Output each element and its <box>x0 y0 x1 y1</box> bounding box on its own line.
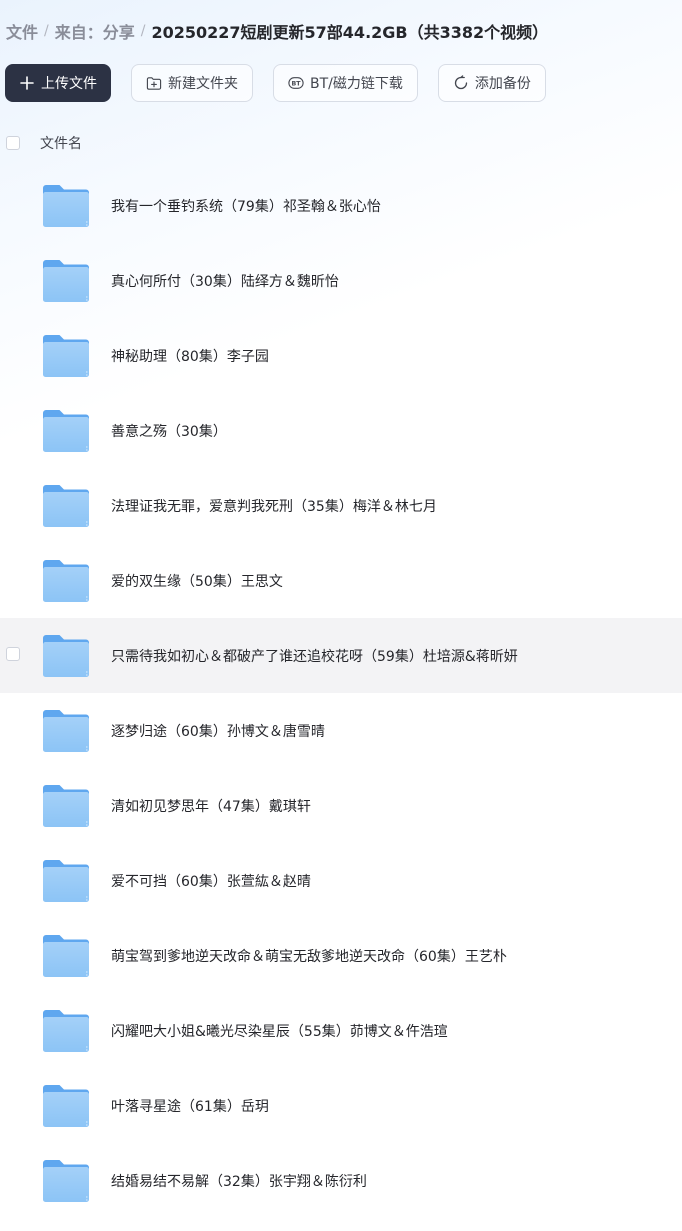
bt-download-button-label: BT/磁力链下载 <box>310 76 403 92</box>
file-name: 萌宝驾到爹地逆天改命＆萌宝无敌爹地逆天改命（60集）王艺朴 <box>111 949 507 965</box>
folder-icon <box>42 859 90 903</box>
file-list-header: 文件名 <box>0 128 682 158</box>
sync-icon <box>453 75 469 91</box>
file-row[interactable]: 只需待我如初心＆都破产了谁还追校花呀（59集）杜培源&蒋昕妍 <box>0 618 682 693</box>
toolbar: 上传文件 新建文件夹 BT BT/磁力链下载 添加备份 <box>5 63 546 103</box>
select-all-checkbox[interactable] <box>6 136 20 150</box>
bt-icon: BT <box>288 75 304 91</box>
new-folder-button-label: 新建文件夹 <box>168 76 238 92</box>
folder-icon <box>42 934 90 978</box>
folder-icon <box>42 334 90 378</box>
file-name: 真心何所付（30集）陆绎方＆魏昕怡 <box>111 274 339 290</box>
file-row[interactable]: 我有一个垂钓系统（79集）祁圣翰＆张心怡 <box>0 168 682 243</box>
add-backup-button-label: 添加备份 <box>474 76 531 92</box>
breadcrumb-item-files[interactable]: 文件 <box>6 19 38 43</box>
file-row[interactable]: 爱的双生缘（50集）王思文 <box>0 543 682 618</box>
column-header-name[interactable]: 文件名 <box>40 133 82 153</box>
folder-icon <box>42 784 90 828</box>
folder-icon <box>42 559 90 603</box>
row-checkbox[interactable] <box>6 647 20 661</box>
folder-icon <box>42 709 90 753</box>
add-backup-button[interactable]: 添加备份 <box>437 64 546 102</box>
folder-icon <box>42 1009 90 1053</box>
folder-plus-icon <box>146 75 162 91</box>
breadcrumb-separator: / <box>140 23 146 39</box>
folder-icon <box>42 1084 90 1128</box>
bt-download-button[interactable]: BT BT/磁力链下载 <box>273 64 418 102</box>
file-name: 叶落寻星途（61集）岳玥 <box>111 1099 269 1115</box>
file-name: 我有一个垂钓系统（79集）祁圣翰＆张心怡 <box>111 199 381 215</box>
svg-text:BT: BT <box>292 81 302 88</box>
folder-icon <box>42 259 90 303</box>
breadcrumb-current-folder: 20250227短剧更新57部44.2GB（共3382个视频） <box>151 23 549 42</box>
new-folder-button[interactable]: 新建文件夹 <box>131 64 253 102</box>
file-row[interactable]: 法理证我无罪，爱意判我死刑（35集）梅洋＆林七月 <box>0 468 682 543</box>
file-name: 闪耀吧大小姐&曦光尽染星辰（55集）茆博文＆仵浩瑄 <box>111 1024 448 1040</box>
file-name: 善意之殇（30集） <box>111 424 227 440</box>
upload-button[interactable]: 上传文件 <box>5 64 111 102</box>
file-name: 结婚易结不易解（32集）张宇翔＆陈衍利 <box>111 1174 367 1190</box>
file-row[interactable]: 清如初见梦思年（47集）戴琪轩 <box>0 768 682 843</box>
file-list: 我有一个垂钓系统（79集）祁圣翰＆张心怡 真心何所付（30集）陆绎方＆魏昕怡 神… <box>0 168 682 1218</box>
file-row[interactable]: 萌宝驾到爹地逆天改命＆萌宝无敌爹地逆天改命（60集）王艺朴 <box>0 918 682 993</box>
folder-icon <box>42 409 90 453</box>
file-name: 逐梦归途（60集）孙博文＆唐雪晴 <box>111 724 325 740</box>
file-name: 神秘助理（80集）李子园 <box>111 349 269 365</box>
folder-icon <box>42 634 90 678</box>
file-name: 只需待我如初心＆都破产了谁还追校花呀（59集）杜培源&蒋昕妍 <box>111 649 518 665</box>
file-row[interactable]: 神秘助理（80集）李子园 <box>0 318 682 393</box>
breadcrumb-separator: / <box>44 23 49 39</box>
file-name: 爱不可挡（60集）张萱紘＆赵晴 <box>111 874 311 890</box>
file-row[interactable]: 爱不可挡（60集）张萱紘＆赵晴 <box>0 843 682 918</box>
file-row[interactable]: 闪耀吧大小姐&曦光尽染星辰（55集）茆博文＆仵浩瑄 <box>0 993 682 1068</box>
breadcrumb: 文件 / 来自：分享 / 20250227短剧更新57部44.2GB（共3382… <box>6 18 548 44</box>
file-name: 爱的双生缘（50集）王思文 <box>111 574 283 590</box>
file-row[interactable]: 逐梦归途（60集）孙博文＆唐雪晴 <box>0 693 682 768</box>
file-name: 清如初见梦思年（47集）戴琪轩 <box>111 799 311 815</box>
upload-button-label: 上传文件 <box>41 76 97 92</box>
file-row[interactable]: 结婚易结不易解（32集）张宇翔＆陈衍利 <box>0 1143 682 1218</box>
file-row[interactable]: 真心何所付（30集）陆绎方＆魏昕怡 <box>0 243 682 318</box>
folder-icon <box>42 1159 90 1203</box>
file-row[interactable]: 善意之殇（30集） <box>0 393 682 468</box>
file-name: 法理证我无罪，爱意判我死刑（35集）梅洋＆林七月 <box>111 499 437 515</box>
file-row[interactable]: 叶落寻星途（61集）岳玥 <box>0 1068 682 1143</box>
plus-icon <box>19 75 35 91</box>
folder-icon <box>42 184 90 228</box>
breadcrumb-item-shared[interactable]: 来自：分享 <box>55 19 135 43</box>
folder-icon <box>42 484 90 528</box>
